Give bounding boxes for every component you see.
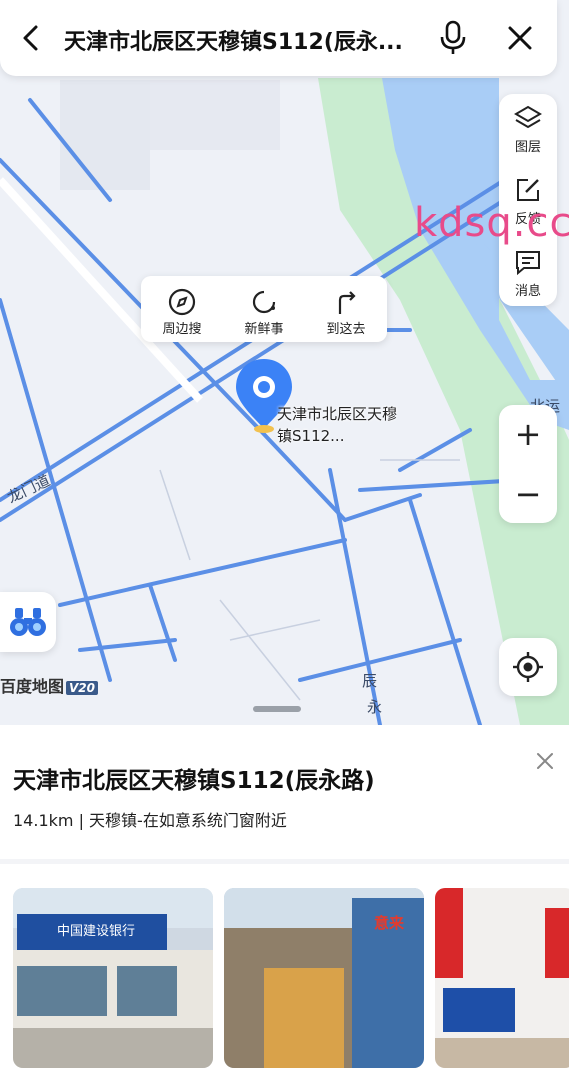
place-photos: 中国建设银行 意来 (0, 864, 569, 1068)
zoom-out-button[interactable]: − (499, 465, 557, 523)
place-title: 天津市北辰区天穆镇S112(辰永路) (13, 768, 375, 794)
watermark-text: kdsq.cc (414, 200, 569, 246)
tv-screen (443, 988, 515, 1032)
photo-street[interactable]: 意来 (224, 888, 424, 1068)
sheet-close-icon[interactable] (533, 749, 557, 773)
binoculars-icon (10, 608, 46, 636)
layers-icon (514, 105, 542, 129)
zoom-controls: + − (499, 405, 557, 523)
map-view[interactable]: 龙门道 北运河 辰 永 天津市北辰区天穆镇S112... 周边搜 新鲜事 (0, 0, 569, 725)
ground-floor (13, 1028, 213, 1068)
window (17, 966, 107, 1016)
layers-button[interactable]: 图层 (499, 94, 557, 164)
road-label-chenyong-1: 辰 (362, 672, 378, 690)
search-query[interactable]: 天津市北辰区天穆镇S112(辰永... (64, 24, 424, 56)
refresh-icon (252, 290, 276, 314)
store-counter (435, 1038, 569, 1068)
search-bar: 天津市北辰区天穆镇S112(辰永... (0, 0, 557, 76)
nearby-search-button[interactable]: 周边搜 (141, 276, 223, 342)
red-banner (435, 888, 463, 978)
shop-awning (264, 968, 344, 1068)
go-here-label: 到这去 (326, 322, 366, 337)
road-label-chenyong-2: 永 (367, 698, 383, 716)
pin-action-bar: 周边搜 新鲜事 到这去 (141, 276, 387, 342)
locate-me-button[interactable] (499, 638, 557, 696)
shop-sign-building: 意来 (352, 898, 424, 1068)
microphone-icon[interactable] (438, 20, 468, 56)
messages-label: 消息 (514, 284, 541, 299)
nearby-search-label: 周边搜 (162, 322, 202, 337)
compass-icon (168, 288, 196, 316)
explore-button[interactable] (0, 592, 56, 652)
messages-button[interactable]: 消息 (499, 238, 557, 308)
map-logo: 百度地图 V20 (0, 673, 99, 697)
pin-label: 天津市北辰区天穆镇S112... (277, 405, 398, 445)
place-detail-sheet: 天津市北辰区天穆镇S112(辰永路) 14.1km | 天穆镇-在如意系统门窗附… (0, 725, 569, 859)
bank-sign: 中国建设银行 (17, 914, 167, 950)
red-banner (545, 908, 569, 978)
message-icon (516, 251, 540, 276)
whats-new-label: 新鲜事 (244, 322, 284, 337)
layers-label: 图层 (514, 140, 541, 155)
photo-bank[interactable]: 中国建设银行 (13, 888, 213, 1068)
close-icon[interactable] (504, 22, 536, 54)
logo-version: V20 (66, 681, 99, 695)
go-here-button[interactable]: 到这去 (305, 276, 387, 342)
place-info: 14.1km | 天穆镇-在如意系统门窗附近 (13, 811, 287, 830)
route-icon (338, 291, 356, 314)
back-arrow-icon[interactable] (16, 22, 48, 54)
shop-sign-text: 意来 (374, 914, 405, 932)
window (117, 966, 177, 1016)
zoom-in-button[interactable]: + (499, 405, 557, 463)
photo-store[interactable] (435, 888, 569, 1068)
bank-sign-text: 中国建设银行 (57, 924, 136, 939)
sheet-drag-handle[interactable] (253, 706, 301, 712)
crosshair-icon (513, 652, 543, 682)
logo-text: 百度地图 (0, 677, 65, 696)
whats-new-button[interactable]: 新鲜事 (223, 276, 305, 342)
